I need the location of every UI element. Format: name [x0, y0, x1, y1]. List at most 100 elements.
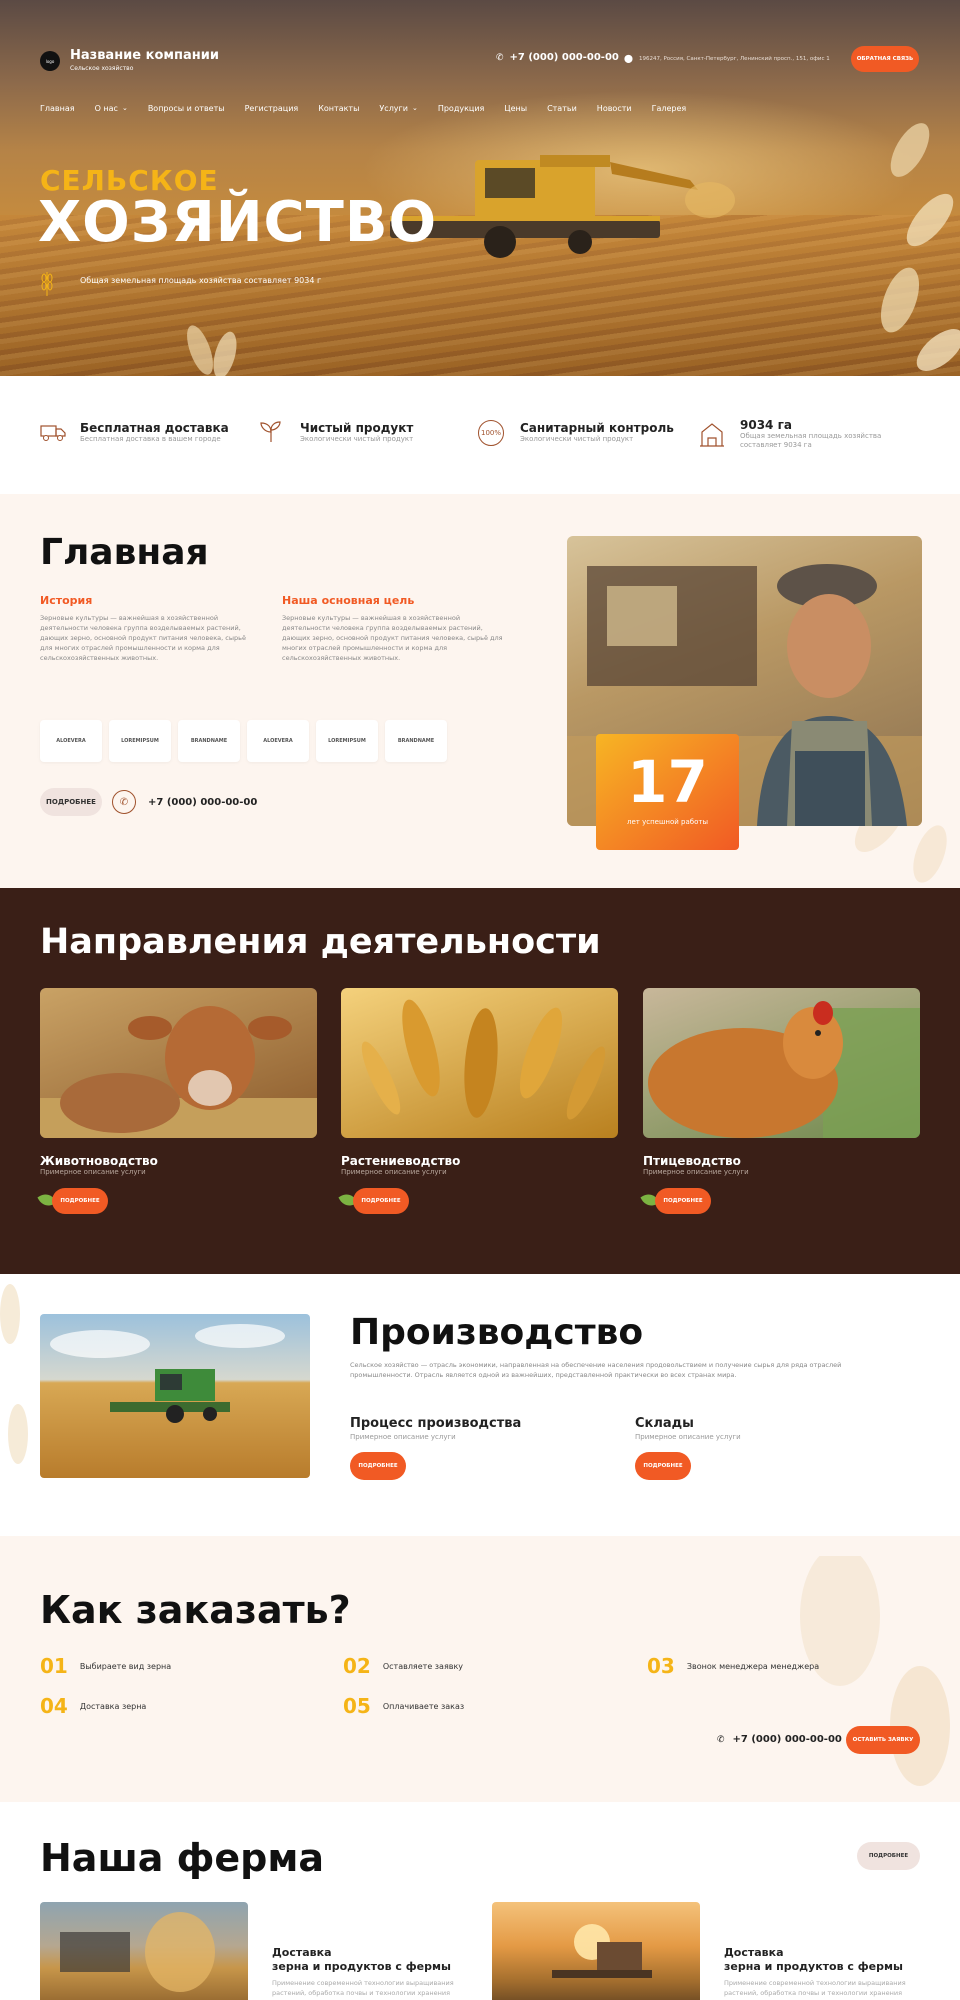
feature-sub: Экологически чистый продукт: [300, 435, 414, 443]
sunset-harvester-illustration: [552, 1924, 652, 1978]
years-text: лет успешной работы: [627, 818, 708, 826]
farm-card-title-line: зерна и продуктов с фермы: [724, 1960, 903, 1973]
feature-sub: Общая земельная площадь хозяйства состав…: [740, 432, 882, 449]
card-more-button[interactable]: Подробнее: [655, 1188, 711, 1214]
card-sub: Примерное описание услуги: [341, 1168, 447, 1176]
production-photo: [40, 1314, 310, 1478]
partner-logo[interactable]: LOREMIPSUM: [109, 720, 171, 762]
about-more-button[interactable]: Подробнее: [40, 788, 102, 816]
step-number: 04: [40, 1694, 68, 1718]
header-phone[interactable]: ✆ +7 (000) 000-00-00: [496, 52, 619, 63]
step-number: 02: [343, 1654, 371, 1678]
logo[interactable]: logo: [40, 51, 60, 71]
about-phone[interactable]: +7 (000) 000-00-00: [148, 797, 257, 808]
farm-card-title: Доставка зерна и продуктов с фермы: [272, 1946, 451, 1974]
card-more-button[interactable]: Подробнее: [52, 1188, 108, 1214]
wheat-decoration-left: [187, 325, 237, 376]
phone-icon: ✆: [717, 1734, 725, 1745]
card-image-wheat[interactable]: [341, 988, 618, 1138]
chicken-illustration: [648, 1001, 920, 1138]
nav-item-prices[interactable]: Цены: [504, 104, 527, 113]
farm-card-photo[interactable]: [492, 1902, 700, 2000]
card-title: Растениеводство: [341, 1154, 461, 1168]
order-submit-button[interactable]: Оставить заявку: [846, 1726, 920, 1754]
company-name: Название компании: [70, 48, 219, 63]
order-step: 03 Звонок менеджера менеджера: [647, 1654, 819, 1678]
order-phone[interactable]: ✆ +7 (000) 000-00-00: [717, 1734, 842, 1745]
hero-section: logo Название компании Сельское хозяйств…: [0, 0, 960, 376]
nav-item-articles[interactable]: Статьи: [547, 104, 577, 113]
company-sub: Сельское хозяйство: [70, 65, 134, 72]
about-col: Наша основная цель Зерновые культуры — в…: [282, 594, 504, 663]
production-item-sub: Примерное описание услуги: [635, 1433, 741, 1441]
partner-logo[interactable]: ALOEVERA: [247, 720, 309, 762]
nav-item-contacts[interactable]: Контакты: [318, 104, 359, 113]
callback-button[interactable]: Обратная связь: [851, 46, 919, 72]
phone-icon[interactable]: ✆: [112, 790, 136, 814]
step-number: 03: [647, 1654, 675, 1678]
order-phone-text: +7 (000) 000-00-00: [732, 1734, 842, 1745]
feature-item: Бесплатная доставка Бесплатная доставка …: [80, 421, 229, 444]
farm-card-photo[interactable]: [40, 1902, 248, 2000]
nav-item-products[interactable]: Продукция: [438, 104, 485, 113]
card-title: Птицеводство: [643, 1154, 741, 1168]
production-title: Производство: [350, 1312, 644, 1353]
feature-item: Чистый продукт Экологически чистый проду…: [300, 421, 413, 444]
farm-card-title-line: Доставка: [724, 1946, 784, 1959]
wheat-decoration-left: [0, 1284, 28, 1464]
farm-card-title-line: Доставка: [272, 1946, 332, 1959]
badge-100-icon: 100%: [478, 420, 504, 446]
directions-title: Направления деятельности: [40, 922, 601, 962]
feature-title: Чистый продукт: [300, 421, 414, 435]
production-section: Производство Сельское хозяйство — отрасл…: [0, 1274, 960, 1536]
nav-item-about[interactable]: О нас: [95, 104, 118, 113]
production-item-sub: Примерное описание услуги: [350, 1433, 456, 1441]
hero-caption: Общая земельная площадь хозяйства состав…: [80, 276, 322, 285]
farm-card-text: Применение современной технологии выращи…: [272, 1979, 454, 2000]
about-col-title: История: [40, 594, 93, 607]
directions-section: Направления деятельности Животноводство …: [0, 888, 960, 1274]
farm-more-button[interactable]: Подробнее: [857, 1842, 920, 1870]
partner-logo[interactable]: ALOEVERA: [40, 720, 102, 762]
about-section: Главная История Зерновые культуры — важн…: [0, 494, 960, 888]
company-block: Название компании Сельское хозяйство: [70, 48, 219, 72]
feature-title: Бесплатная доставка: [80, 421, 229, 435]
nav-item-faq[interactable]: Вопросы и ответы: [148, 104, 225, 113]
order-step: 02 Оставляете заявку: [343, 1654, 463, 1678]
about-col-text: Зерновые культуры — важнейшая в хозяйств…: [40, 614, 246, 662]
card-sub: Примерное описание услуги: [643, 1168, 749, 1176]
production-text: Сельское хозяйство — отрасль экономики, …: [350, 1361, 842, 1379]
cow-illustration: [40, 1006, 317, 1138]
production-more-button[interactable]: Подробнее: [635, 1452, 691, 1480]
phone-icon: ✆: [496, 52, 504, 63]
nav-item-gallery[interactable]: Галерея: [652, 104, 687, 113]
header-phone-text: +7 (000) 000-00-00: [509, 52, 619, 63]
years-badge: 17 лет успешной работы: [596, 734, 739, 850]
card-more-button[interactable]: Подробнее: [353, 1188, 409, 1214]
partner-logos: ALOEVERA LOREMIPSUM BRANDNAME ALOEVERA L…: [40, 720, 447, 762]
card-sub: Примерное описание услуги: [40, 1168, 146, 1176]
farm-icon: [700, 423, 724, 447]
partner-logo[interactable]: BRANDNAME: [385, 720, 447, 762]
chevron-down-icon: ⌄: [121, 104, 128, 112]
order-step: 01 Выбираете вид зерна: [40, 1654, 171, 1678]
nav-item-register[interactable]: Регистрация: [245, 104, 299, 113]
about-col-title: Наша основная цель: [282, 594, 415, 607]
nav-item-news[interactable]: Новости: [597, 104, 632, 113]
nav-item-home[interactable]: Главная: [40, 104, 75, 113]
wheat-illustration: [361, 999, 606, 1120]
production-more-button[interactable]: Подробнее: [350, 1452, 406, 1480]
partner-logo[interactable]: BRANDNAME: [178, 720, 240, 762]
nav-item-services[interactable]: Услуги: [379, 104, 408, 113]
farm-section: Наша ферма Подробнее Доставка зерна и пр…: [0, 1802, 960, 2000]
card-image-cow[interactable]: [40, 988, 317, 1138]
feature-sub: Экологически чистый продукт: [520, 435, 634, 443]
feature-item: Санитарный контроль Экологически чистый …: [520, 421, 674, 444]
step-text: Оставляете заявку: [382, 1661, 464, 1671]
features-strip: Бесплатная доставка Бесплатная доставка …: [0, 376, 960, 494]
card-image-chicken[interactable]: [643, 988, 920, 1138]
sprout-icon: [260, 421, 281, 442]
production-item-title: Склады: [635, 1416, 694, 1431]
partner-logo[interactable]: LOREMIPSUM: [316, 720, 378, 762]
order-step: 04 Доставка зерна: [40, 1694, 146, 1718]
